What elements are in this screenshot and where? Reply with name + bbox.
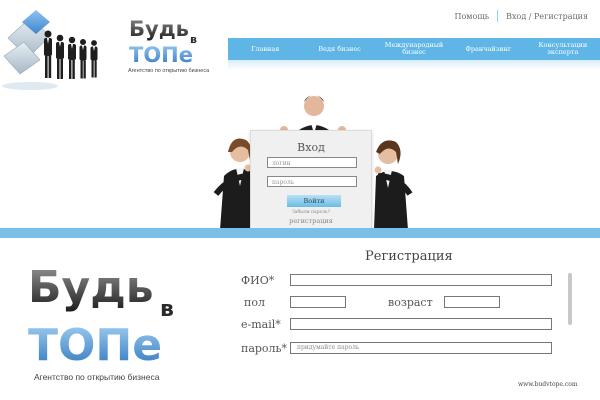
email-input[interactable] xyxy=(290,318,552,330)
login-panel: Вход логин пароль Войти Забыли пароль? р… xyxy=(250,130,372,232)
login-register-link[interactable]: Вход / Регистрация xyxy=(506,12,588,21)
divider-band xyxy=(0,228,600,238)
gender-label: пол xyxy=(244,296,265,309)
email-label: e-mail* xyxy=(241,318,281,331)
logo-line1: Будь xyxy=(129,17,189,41)
fio-input[interactable] xyxy=(290,274,552,286)
age-label: возраст xyxy=(388,296,433,309)
forgot-password-link[interactable]: Забыли пароль? xyxy=(251,210,371,215)
password-input[interactable]: пароль xyxy=(267,176,357,187)
login-input[interactable]: логин xyxy=(267,157,357,168)
big-logo-small: в xyxy=(160,297,174,322)
help-link[interactable]: Помощь xyxy=(455,12,490,21)
big-logo-line2: ТОПе xyxy=(28,320,162,368)
scrollbar[interactable] xyxy=(568,273,572,325)
reg-password-input[interactable]: придумайте пароль xyxy=(290,342,552,354)
footer-url[interactable]: www.budvtope.com xyxy=(518,381,578,388)
logo-wordmark: Будь в ТОПе xyxy=(129,17,197,67)
top-links: Помощь Вход / Регистрация xyxy=(455,10,588,22)
main-nav: Главная Ведя бизнес Международный бизнес… xyxy=(228,38,600,60)
big-logo-wordmark: Будь в ТОПе xyxy=(28,262,174,371)
big-logo-tagline: Агентство по открытию бизнеса xyxy=(34,372,160,382)
gender-input[interactable] xyxy=(290,296,346,308)
logo-line2: ТОПе xyxy=(129,43,193,67)
header-logo[interactable]: Будь в ТОПе Агентство по открытию бизнес… xyxy=(128,16,209,78)
password-label: пароль* xyxy=(241,342,288,355)
login-submit-button[interactable]: Войти xyxy=(287,195,341,207)
nav-item-home[interactable]: Главная xyxy=(228,38,302,60)
nav-item-expert[interactable]: Консультации эксперта xyxy=(526,38,600,60)
big-logo-line1: Будь xyxy=(28,262,154,313)
fio-label: ФИО* xyxy=(241,274,275,287)
link-divider xyxy=(497,10,499,22)
register-link[interactable]: регистрация xyxy=(251,217,371,225)
nav-item-franchise[interactable]: Франчайзинг xyxy=(451,38,525,60)
business-team-illustration xyxy=(2,10,98,90)
logo-tagline: Агентство по открытию бизнеса xyxy=(128,68,210,74)
nav-item-business[interactable]: Ведя бизнес xyxy=(302,38,376,60)
login-title: Вход xyxy=(297,141,325,154)
nav-item-international[interactable]: Международный бизнес xyxy=(377,38,451,60)
age-input[interactable] xyxy=(444,296,500,308)
registration-title: Регистрация xyxy=(365,249,453,264)
big-logo: Будь в ТОПе Агентство по открытию бизнес… xyxy=(26,262,196,382)
nav-shadow xyxy=(228,60,600,70)
